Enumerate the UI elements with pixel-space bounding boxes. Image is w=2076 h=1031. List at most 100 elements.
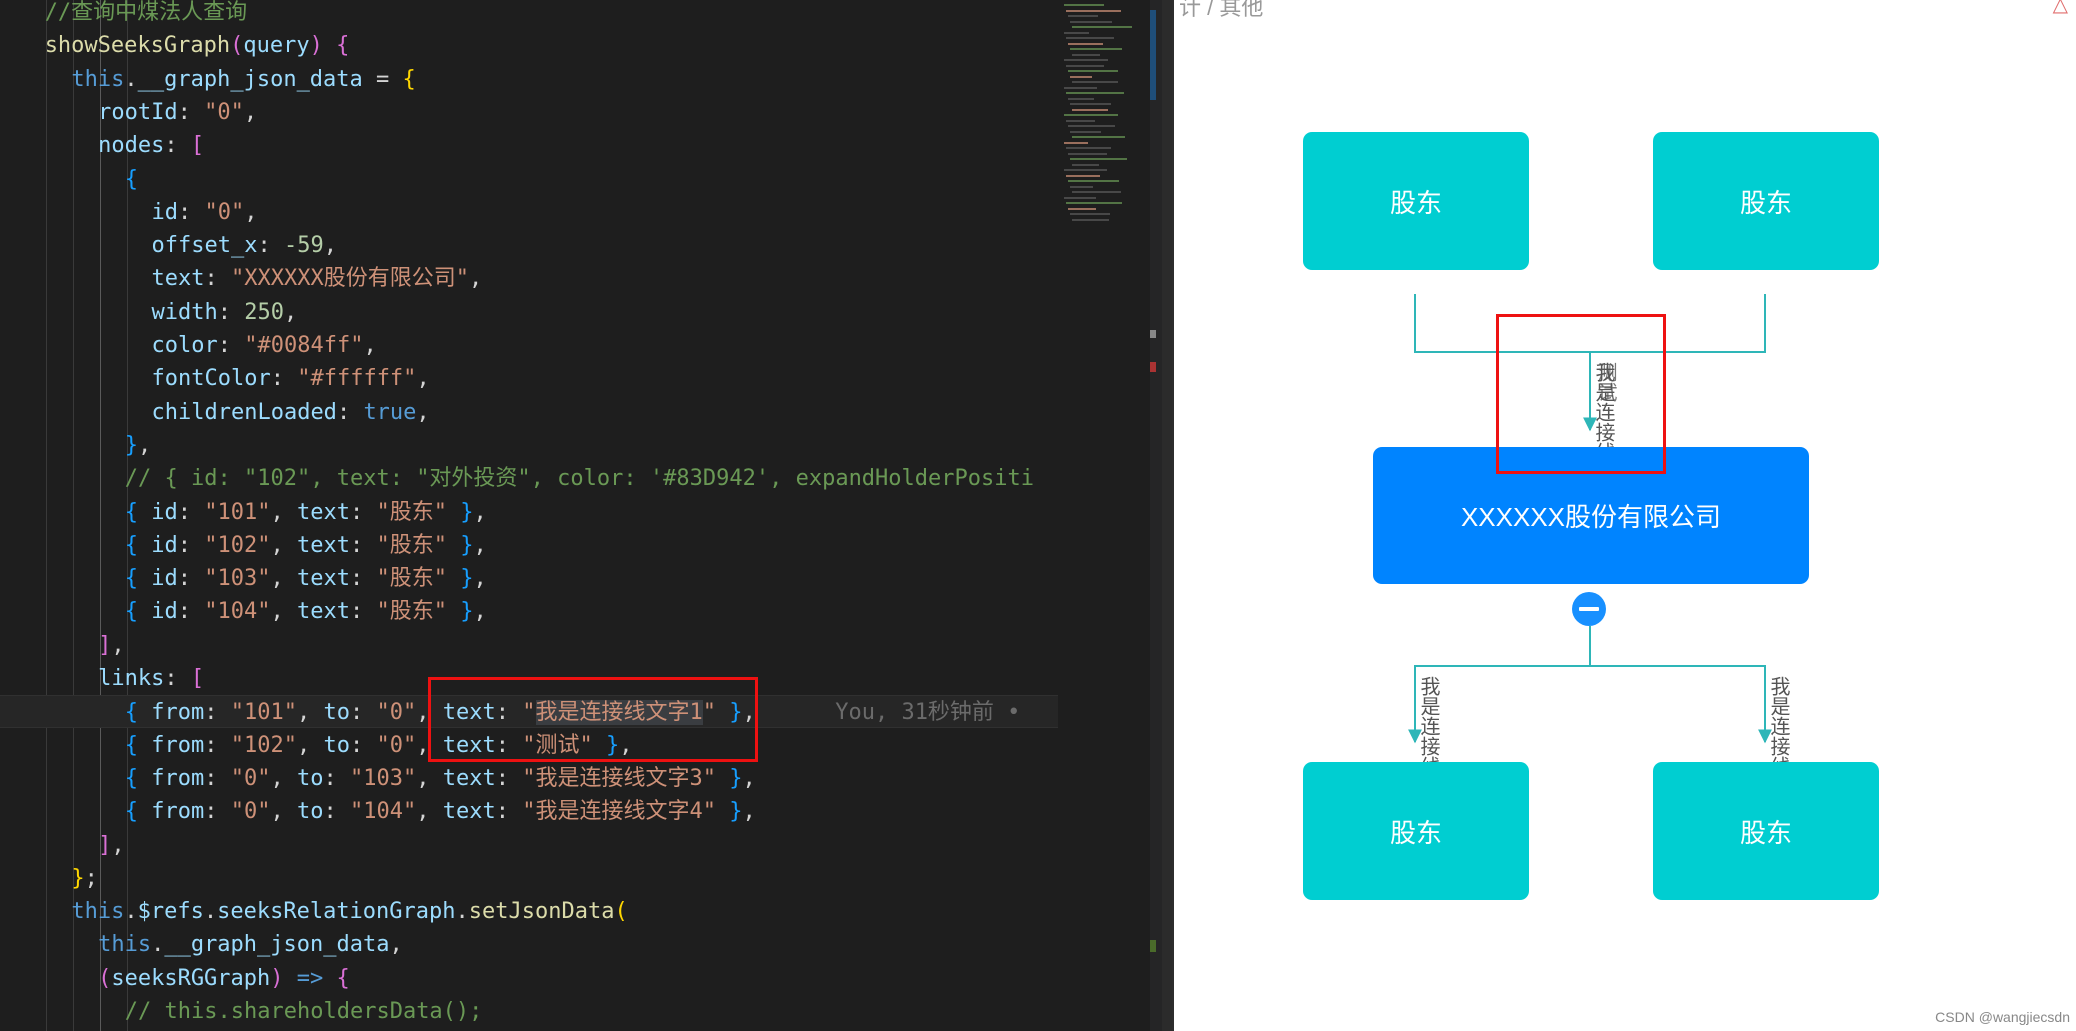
code-line[interactable]: { id: "102", text: "股东" }, [0, 529, 1060, 562]
shareholder-node-101[interactable]: 股东 [1303, 132, 1529, 270]
code-line[interactable]: this.$refs.seeksRelationGraph.setJsonDat… [0, 895, 1060, 928]
code-token: ] [98, 632, 112, 658]
code-line[interactable]: text: "XXXXXX股份有限公司", [0, 262, 1060, 295]
code-token: , [742, 700, 756, 726]
code-token: "股东" [376, 499, 448, 525]
code-token: : [204, 266, 231, 292]
code-line[interactable]: ], [0, 629, 1060, 662]
root-company-node[interactable]: XXXXXX股份有限公司 [1373, 447, 1809, 584]
minimap-row [1072, 218, 1109, 221]
code-token: : [350, 599, 377, 625]
code-token: { [124, 700, 139, 726]
code-token: // this.shareholdersData(); [124, 999, 483, 1024]
code-line[interactable]: }, [0, 429, 1060, 462]
code-token: $refs [137, 899, 204, 925]
code-token: this [71, 66, 125, 92]
code-line[interactable]: this.__graph_json_data = { [0, 63, 1060, 96]
code-line[interactable]: width: 250, [0, 296, 1060, 329]
code-token: text [297, 532, 351, 558]
code-line[interactable]: { from: "102", to: "0", text: "测试" }, [0, 729, 1060, 762]
code-line[interactable]: fontColor: "#ffffff", [0, 362, 1060, 395]
panel-divider[interactable] [1162, 0, 1172, 1031]
code-token: this [71, 899, 125, 925]
code-line[interactable]: offset_x: -59, [0, 229, 1060, 262]
code-token: ( [98, 965, 112, 991]
code-token: , [138, 432, 152, 458]
code-token: ( [614, 899, 628, 925]
minimap-row [1070, 75, 1092, 78]
code-line[interactable]: links: [ [0, 662, 1060, 695]
code-line[interactable]: showSeeksGraph(query) { [0, 29, 1060, 62]
code-line[interactable]: { id: "103", text: "股东" }, [0, 562, 1060, 595]
code-line[interactable]: this.__graph_json_data, [0, 928, 1060, 961]
code-line[interactable]: childrenLoaded: true, [0, 396, 1060, 429]
code-token: text [442, 799, 496, 825]
editor-scrollbar[interactable] [1150, 0, 1162, 1031]
code-token: . [455, 899, 469, 925]
code-token: : [177, 566, 205, 592]
code-line[interactable]: (seeksRGGraph) => { [0, 962, 1060, 995]
code-line[interactable]: // this.shareholdersData(); [0, 995, 1060, 1028]
code-token: "测试" [522, 732, 593, 758]
code-token: , [468, 266, 483, 292]
shareholder-node-103[interactable]: 股东 [1303, 762, 1529, 900]
code-token: , [473, 532, 487, 558]
code-line[interactable]: { id: "101", text: "股东" }, [0, 496, 1060, 529]
code-token: [ [190, 666, 205, 691]
code-line[interactable]: { [0, 163, 1060, 196]
code-token: : [177, 99, 205, 125]
code-token: links [98, 666, 165, 691]
code-token: You, 31秒钟前 • [755, 700, 1021, 726]
minimap-row [1066, 9, 1121, 12]
minimap-row [1072, 163, 1099, 166]
code-token: , [270, 499, 298, 525]
link-label-102: 测试 [1594, 362, 1616, 402]
code-token: , [270, 566, 298, 592]
code-token: , [416, 700, 443, 726]
code-token: , [270, 765, 298, 791]
code-line[interactable]: // { id: "102", text: "对外投资", color: '#8… [0, 462, 1060, 495]
minimap[interactable] [1058, 0, 1158, 1031]
minimap-row [1068, 180, 1119, 182]
code-token: , [270, 532, 298, 558]
code-token: to [297, 765, 324, 791]
code-token: { [124, 732, 139, 758]
shareholder-node-102[interactable]: 股东 [1653, 132, 1879, 270]
code-token: //查询中煤法人查询 [44, 0, 248, 25]
code-line[interactable]: id: "0", [0, 196, 1060, 229]
code-token: "XXXXXX股份有限公司" [230, 266, 469, 292]
code-line[interactable]: { id: "104", text: "股东" }, [0, 595, 1060, 628]
code-editor[interactable]: //查询中煤法人查询 showSeeksGraph(query) {this.__… [0, 0, 1060, 1031]
code-token: , [111, 832, 125, 858]
code-token: : [495, 799, 523, 825]
code-token: : [323, 799, 351, 825]
code-token: -59 [283, 233, 324, 259]
code-line[interactable]: rootId: "0", [0, 96, 1060, 129]
code-line[interactable]: { from: "0", to: "103", text: "我是连接线文字3"… [0, 762, 1060, 795]
minimap-row [1066, 174, 1100, 177]
code-token: : [350, 499, 377, 525]
code-line[interactable]: }; [0, 862, 1060, 895]
minus-circle-icon[interactable] [1572, 592, 1606, 626]
code-line[interactable]: nodes: [ [0, 129, 1060, 162]
minimap-row [1068, 207, 1096, 210]
code-token: ) [309, 33, 323, 59]
minimap-row [1066, 92, 1124, 94]
code-token: showSeeksGraph [44, 33, 231, 59]
code-line[interactable]: { from: "101", to: "0", text: "我是连接线文字1"… [0, 695, 1060, 729]
shareholder-node-104[interactable]: 股东 [1653, 762, 1879, 900]
code-token: seeksRelationGraph [217, 899, 456, 925]
code-line[interactable]: color: "#0084ff", [0, 329, 1060, 362]
scroll-marker [1150, 362, 1156, 372]
code-token: , [244, 199, 258, 225]
minimap-row [1072, 191, 1121, 193]
code-line[interactable]: ], [0, 829, 1060, 862]
code-line[interactable]: { from: "0", to: "104", text: "我是连接线文字4"… [0, 795, 1060, 828]
code-line[interactable]: //查询中煤法人查询 [0, 0, 1060, 29]
code-token: : [495, 732, 523, 758]
